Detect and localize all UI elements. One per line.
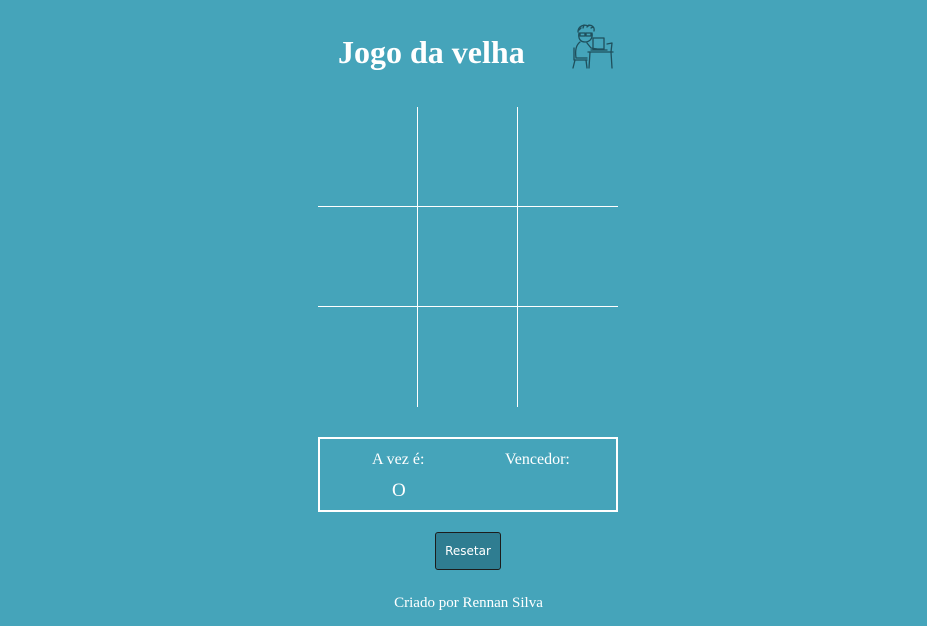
footer-credit: Criado por Rennan Silva [394,595,543,611]
board-cell[interactable] [418,107,518,207]
game-status-panel: A vez é: O Vencedor: [318,437,618,512]
reset-button[interactable]: Resetar [435,532,501,570]
winner-label: Vencedor: [505,451,570,468]
board-cell[interactable] [418,207,518,307]
current-player: O [392,480,406,501]
board-cell[interactable] [418,307,518,407]
board-cell[interactable] [518,307,618,407]
board-cell[interactable] [318,307,418,407]
board-cell[interactable] [518,207,618,307]
board-cell[interactable] [318,207,418,307]
page-title: Jogo da velha [338,34,525,70]
board-cell[interactable] [518,107,618,207]
turn-label: A vez é: [372,451,425,468]
board-cell[interactable] [318,107,418,207]
person-at-computer-icon [572,24,614,69]
tic-tac-toe-board [318,107,618,407]
